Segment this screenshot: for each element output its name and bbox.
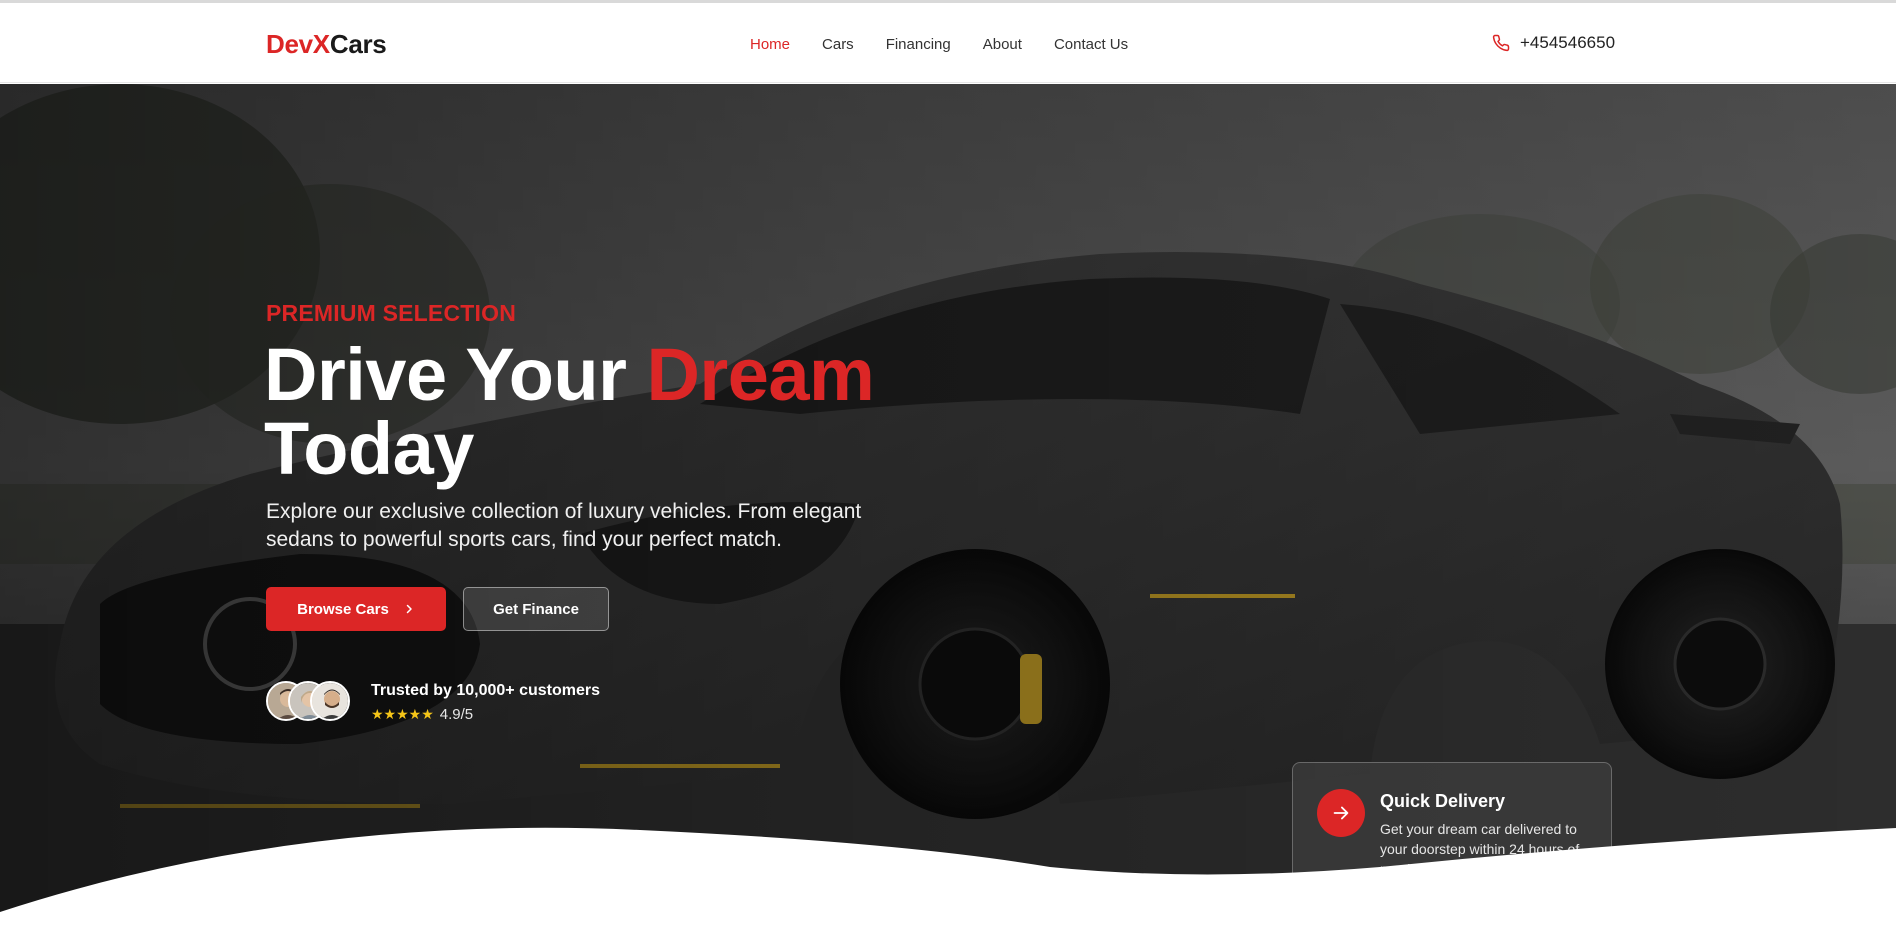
brand-name-main: Cars	[329, 29, 387, 59]
brand-name-accent: DevX	[266, 29, 330, 59]
nav-link-home[interactable]: Home	[750, 36, 790, 53]
hero-bottom-wave	[0, 827, 1896, 937]
main-nav: Home Cars Financing About Contact Us	[750, 36, 1160, 53]
hero-section: PREMIUM SELECTION Drive Your Dream Today…	[0, 84, 1896, 937]
phone-number: +454546650	[1520, 33, 1616, 52]
nav-link-about[interactable]: About	[983, 36, 1022, 53]
brand-logo[interactable]: DevXCars	[266, 29, 387, 60]
nav-link-cars[interactable]: Cars	[822, 36, 854, 53]
header-phone[interactable]: +454546650	[1492, 33, 1615, 53]
nav-link-financing[interactable]: Financing	[886, 36, 951, 53]
phone-icon	[1492, 34, 1510, 52]
site-header: DevXCars Home Cars Financing About Conta…	[0, 3, 1896, 83]
nav-link-contact[interactable]: Contact Us	[1054, 36, 1128, 53]
